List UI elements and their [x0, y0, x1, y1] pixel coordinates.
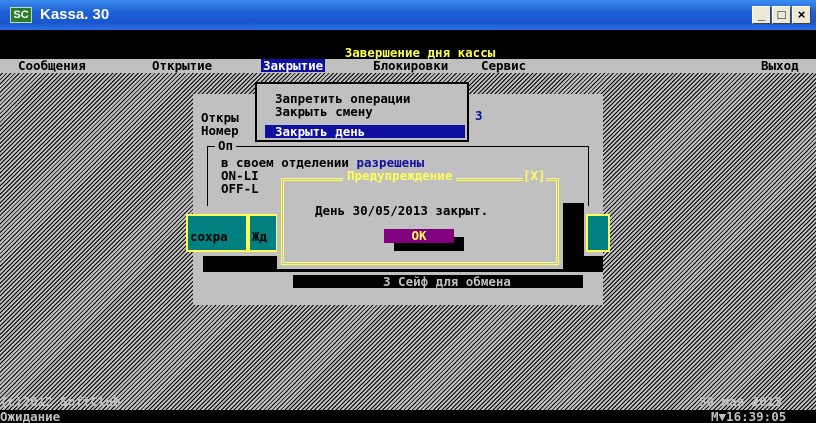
- window-title: Kassa. 30: [40, 6, 110, 23]
- dropdown-item-close-day[interactable]: Закрыть день: [265, 125, 465, 138]
- wait-button-label: Жд: [252, 229, 268, 244]
- menu-exit[interactable]: Выход: [761, 59, 799, 72]
- menu-closing[interactable]: Закрытие: [261, 59, 326, 72]
- menu-opening[interactable]: Открытие: [152, 59, 212, 72]
- app-logo-icon: SC: [10, 7, 32, 23]
- copyright-text: (c)2012 SoftClub: [0, 394, 121, 409]
- status-bar: Ожидание M▼16:39:05: [0, 410, 816, 423]
- safe-exchange-label: 3 Сейф для обмена: [383, 274, 511, 289]
- panel-open-value: 3: [475, 108, 483, 123]
- console-screen: Завершение дня кассы Сообщения Открытие …: [0, 30, 816, 423]
- close-button[interactable]: ×: [792, 6, 811, 24]
- save-button-label: сохра: [190, 229, 228, 244]
- menu-locks[interactable]: Блокировки: [373, 59, 448, 72]
- offline-label: OFF-L: [221, 181, 259, 196]
- ok-button[interactable]: OK: [384, 229, 454, 243]
- minimize-button[interactable]: _: [752, 6, 771, 24]
- dropdown-item-close-shift[interactable]: Закрыть смену: [275, 105, 373, 118]
- current-date: 30 мая 2013: [699, 394, 782, 409]
- right-button[interactable]: [586, 214, 610, 252]
- group-title: Оп: [215, 139, 237, 152]
- dialog-message: День 30/05/2013 закрыт.: [315, 203, 489, 218]
- dialog-close-button[interactable]: [X]: [523, 169, 546, 182]
- clock: M▼16:39:05: [711, 409, 787, 423]
- safe-exchange-bar: 3 Сейф для обмена: [293, 275, 583, 288]
- menu-service[interactable]: Сервис: [481, 59, 526, 72]
- dialog-title: Предупреждение: [343, 169, 457, 182]
- menu-bar: Сообщения Открытие Закрытие Блокировки С…: [0, 59, 816, 73]
- dialog-border: [281, 178, 559, 265]
- status-text-waiting: Ожидание: [0, 409, 61, 423]
- maximize-button[interactable]: □: [772, 6, 791, 24]
- panel-number-label: Номер: [201, 123, 239, 138]
- menu-messages[interactable]: Сообщения: [18, 59, 86, 72]
- window-titlebar[interactable]: SC Kassa. 30 _ □ ×: [0, 0, 816, 30]
- closing-dropdown: Запретить операции Закрыть смену Закрыть…: [255, 82, 469, 142]
- dialog-side-shadow: [562, 203, 584, 261]
